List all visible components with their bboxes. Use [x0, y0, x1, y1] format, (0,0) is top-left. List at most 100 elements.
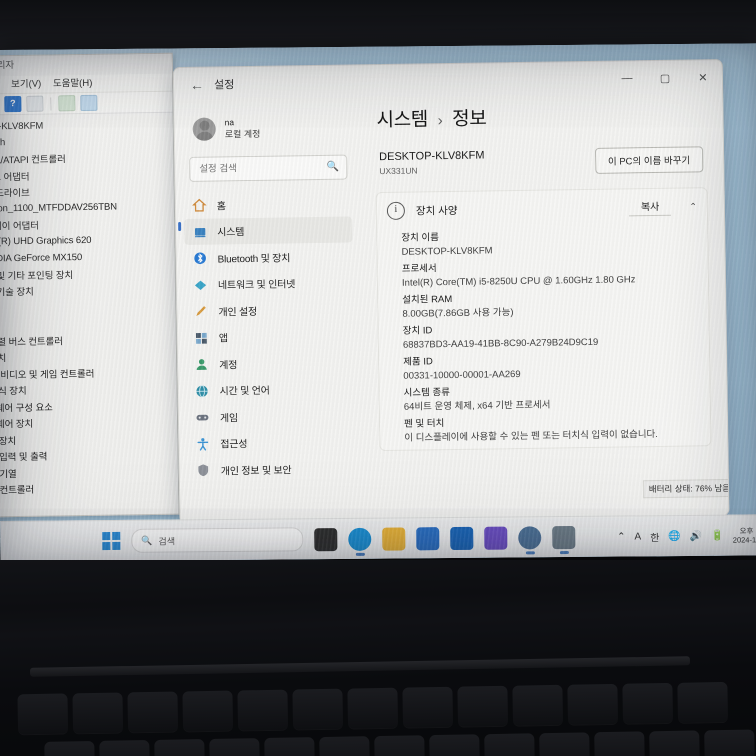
keyboard-key — [44, 740, 95, 756]
spec-value: 이 디스플레이에 사용할 수 있는 펜 또는 터치식 입력이 없습니다. — [404, 428, 658, 444]
minimize-button[interactable]: — — [608, 62, 646, 95]
chevron-up-icon[interactable]: ⌃ — [689, 201, 697, 212]
spec-value: 64비트 운영 체제, x64 기반 프로세서 — [403, 399, 551, 413]
keyboard-key — [209, 738, 260, 756]
taskbar-apps[interactable] — [314, 525, 576, 556]
outlook-icon[interactable] — [450, 526, 474, 550]
pc-identity-text: DESKTOP-KLV8KFM UX331UN — [379, 149, 485, 178]
device-spec-list: 장치 이름 DESKTOP-KLV8KFM 프로세서 Intel(R) Core(TM… — [377, 226, 710, 450]
sidebar-item-system[interactable]: 시스템 — [178, 215, 353, 245]
keyboard-key — [402, 686, 454, 728]
menu-view[interactable]: 보기(V) — [11, 79, 41, 90]
update-driver-icon[interactable] — [58, 95, 76, 112]
sidebar-item-gaming[interactable]: 게임 — [187, 401, 355, 430]
gaming-icon — [195, 410, 210, 424]
sidebar-item-home[interactable]: 홈 — [184, 190, 352, 219]
account-type: 로컬 계정 — [224, 128, 261, 139]
settings-window[interactable]: ← 설정 — ▢ ✕ na 로컬 계정 설정 검색 🔍 홈 시스템 Blueto… — [172, 58, 730, 525]
teams-icon[interactable] — [484, 526, 508, 550]
search-input[interactable] — [197, 160, 327, 176]
clock-date: 2024-10 — [732, 535, 756, 545]
breadcrumb-separator: › — [437, 112, 443, 130]
ime-mode-a[interactable]: A — [634, 531, 641, 542]
spec-value: DESKTOP-KLV8KFM — [401, 245, 493, 258]
menu-help[interactable]: 도움말(H) — [53, 78, 93, 90]
folder-icon[interactable] — [382, 526, 406, 551]
device-manager-icon[interactable] — [552, 525, 576, 554]
settings-icon[interactable] — [518, 525, 542, 554]
keyboard-key — [677, 681, 729, 723]
taskbar-search[interactable]: 🔍 검색 — [131, 527, 304, 553]
device-item-label: 오디오 입력 및 출력 — [0, 451, 48, 464]
device-tree[interactable]: v DESKTOP-KLV8KFM >Bluetooth>IDE ATA/ATA… — [0, 113, 179, 519]
settings-nav[interactable]: 홈시스템 Bluetooth 및 장치네트워크 및 인터넷개인 설정 앱 계정시간 및… — [178, 190, 356, 484]
rename-pc-button[interactable]: 이 PC의 이름 바꾸기 — [594, 145, 704, 174]
device-spec-header[interactable]: i 장치 사양 복사 ⌃ — [377, 188, 707, 229]
show-devices-icon[interactable] — [80, 94, 98, 112]
keyboard-key — [17, 693, 69, 735]
sidebar-item-bluetooth[interactable]: Bluetooth 및 장치 — [184, 242, 352, 271]
taskbar-clock[interactable]: 오후 2024-10 — [733, 526, 756, 545]
edge-icon[interactable] — [348, 527, 372, 556]
device-root-label: DESKTOP-KLV8KFM — [0, 120, 44, 133]
close-button[interactable]: ✕ — [684, 61, 722, 94]
sidebar-item-accessibility[interactable]: 접근성 — [187, 428, 355, 457]
sidebar-item-apps[interactable]: 앱 — [186, 322, 354, 351]
keyboard-key — [292, 688, 344, 730]
sidebar-item-label: 네트워크 및 인터넷 — [217, 279, 296, 292]
keyboard-key — [622, 682, 674, 724]
info-icon: i — [386, 201, 406, 220]
device-item-label: NVIDIA GeForce MX150 — [0, 251, 83, 265]
device-item-label: 네트워크 어댑터 — [0, 171, 30, 184]
scan-hardware-icon[interactable] — [26, 95, 44, 112]
page-title: 시스템 › 정보 — [376, 100, 706, 132]
breadcrumb-root[interactable]: 시스템 — [376, 109, 428, 131]
running-indicator — [559, 551, 569, 554]
keyboard-key — [374, 735, 425, 756]
volume-icon[interactable]: 🔊 — [690, 530, 703, 541]
sidebar-item-privacy-security[interactable]: 개인 정보 및 보안 — [188, 454, 356, 483]
help-icon[interactable]: ? — [4, 95, 22, 113]
sidebar-item-label: 개인 정보 및 보안 — [220, 465, 292, 478]
maximize-button[interactable]: ▢ — [646, 62, 684, 95]
device-item-label: 소프트웨어 구성 요소 — [0, 402, 53, 415]
system-icon — [192, 224, 207, 238]
accessibility-icon — [195, 436, 210, 451]
copy-button[interactable]: 복사 — [628, 197, 672, 217]
sidebar-item-time-language[interactable]: 시간 및 언어 — [186, 375, 354, 404]
laptop-hinge — [29, 656, 691, 677]
laptop-lower-body — [0, 560, 756, 756]
device-item-label: 생체 인식 장치 — [0, 386, 27, 398]
ime-korean-icon[interactable]: 한 — [650, 529, 659, 544]
back-button[interactable]: ← — [180, 77, 214, 94]
tray-overflow-icon[interactable]: ⌃ — [617, 531, 625, 542]
sidebar-item-accounts[interactable]: 계정 — [186, 348, 354, 377]
running-indicator — [355, 552, 365, 556]
keyboard-key — [154, 739, 205, 756]
system-tray[interactable]: ⌃ A 한 🌐 🔊 🔋 오후 2024-10 — [617, 526, 756, 546]
device-item-label: 시스템 장치 — [0, 435, 17, 448]
sidebar-item-personalization[interactable]: 개인 설정 — [185, 295, 353, 324]
keyboard-key — [429, 734, 480, 756]
home-icon — [192, 198, 207, 212]
device-tree-rows: >Bluetooth>IDE ATA/ATAPI 컨트롤러>네트워크 어댑터v디… — [0, 132, 179, 518]
microsoft-store-icon[interactable] — [416, 526, 440, 550]
settings-search-box[interactable]: 🔍 — [189, 154, 348, 182]
battery-icon[interactable]: 🔋 — [711, 530, 724, 541]
account-name: na — [224, 116, 235, 127]
device-item-label: 마우스 및 기타 포인팅 장치 — [0, 269, 74, 283]
start-button[interactable] — [102, 531, 121, 551]
selection-indicator — [178, 221, 181, 231]
account-block[interactable]: na 로컬 계정 — [182, 100, 351, 150]
device-item-label: 저장소 컨트롤러 — [0, 485, 35, 497]
keyboard-key — [512, 684, 564, 726]
network-icon[interactable]: 🌐 — [668, 531, 681, 542]
device-item-label: 디스플레이 어댑터 — [0, 220, 39, 234]
taskbar[interactable]: 🔍 검색 ⌃ A 한 🌐 🔊 🔋 오후 2024-10 — [0, 514, 756, 562]
file-explorer-icon[interactable] — [314, 527, 338, 551]
sidebar-item-network[interactable]: 네트워크 및 인터넷 — [185, 269, 353, 298]
pc-name: DESKTOP-KLV8KFM — [379, 149, 485, 164]
device-manager-window[interactable]: 장치 관리자 파일(F) 동작(A) 보기(V) 도움말(H) ? — [0, 52, 180, 519]
sidebar-item-label: 시간 및 언어 — [219, 385, 270, 398]
sidebar-item-label: 시스템 — [217, 227, 245, 239]
